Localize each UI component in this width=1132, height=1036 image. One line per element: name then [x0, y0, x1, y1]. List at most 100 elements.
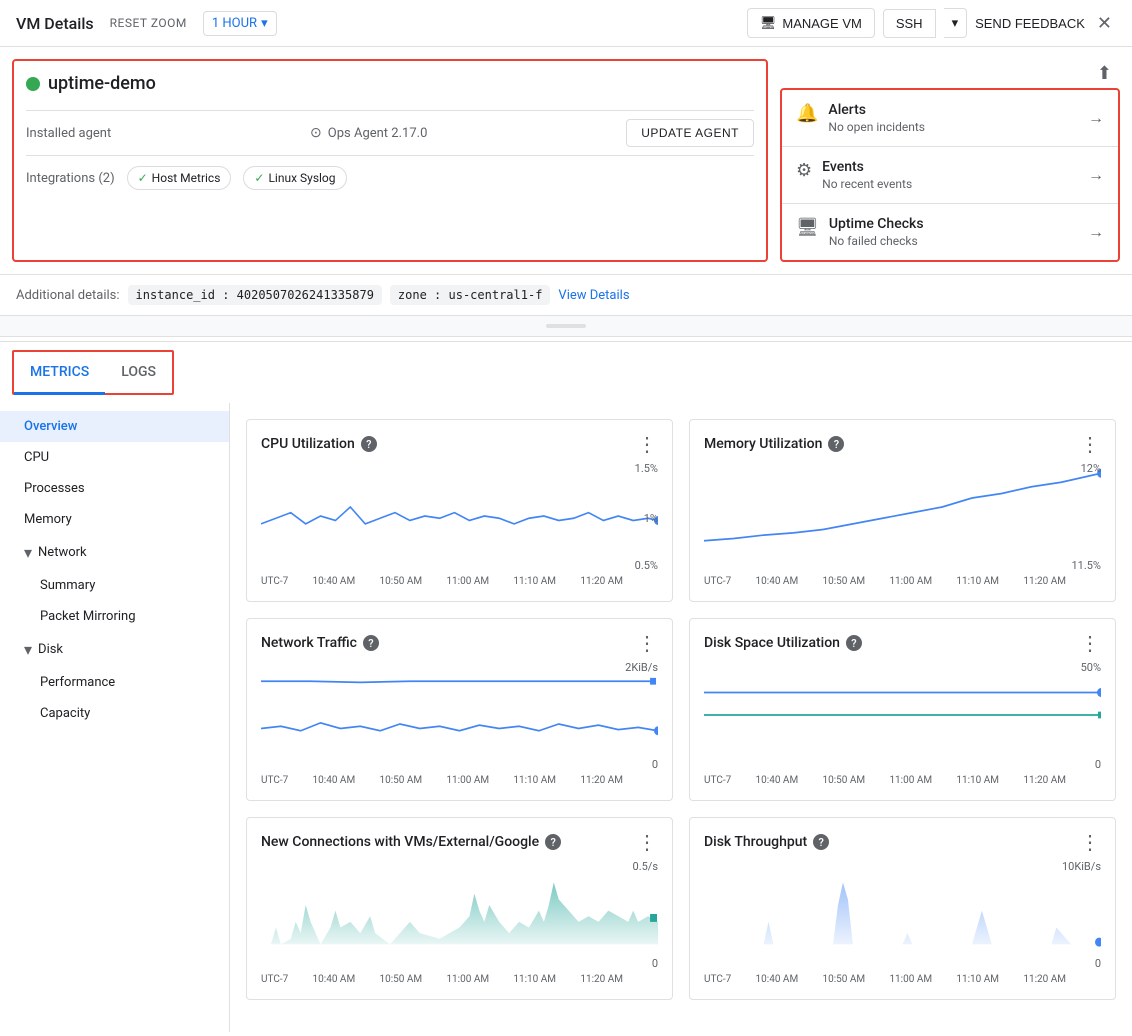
- x-label: 11:20 AM: [580, 576, 623, 587]
- chevron-down-icon: ▾: [261, 16, 268, 31]
- chart-container: 10KiB/s 0: [704, 860, 1101, 970]
- vm-details-panel: uptime-demo Installed agent ⊙ Ops Agent …: [12, 59, 768, 262]
- more-options-icon[interactable]: ⋮: [637, 633, 658, 653]
- y-label-bottom: 11.5%: [1071, 559, 1101, 572]
- uptime-subtitle: No failed checks: [829, 234, 924, 248]
- alerts-item[interactable]: 🔔 Alerts No open incidents →: [782, 90, 1118, 147]
- disk-throughput-chart: Disk Throughput ? ⋮ 10KiB/s 0: [689, 817, 1116, 1000]
- resize-handle[interactable]: [0, 315, 1132, 337]
- sidebar-item-processes[interactable]: Processes: [0, 473, 229, 504]
- y-label-bottom: 0: [652, 758, 658, 771]
- chart-title: Disk Throughput ?: [704, 834, 829, 850]
- help-icon[interactable]: ?: [363, 635, 379, 651]
- chart-title: New Connections with VMs/External/Google…: [261, 834, 561, 850]
- reset-zoom-button[interactable]: RESET ZOOM: [110, 16, 187, 30]
- collapse-button[interactable]: ⬆: [780, 59, 1120, 88]
- zone-badge: zone : us-central1-f: [390, 285, 551, 305]
- integration-badge-host-metrics: ✓ Host Metrics: [127, 166, 232, 190]
- sidebar-item-performance[interactable]: Performance: [0, 667, 229, 698]
- help-icon[interactable]: ?: [361, 436, 377, 452]
- y-label-top: 2KiB/s: [625, 661, 658, 674]
- x-label: 10:50 AM: [822, 775, 865, 786]
- time-selector[interactable]: 1 HOUR ▾: [203, 11, 277, 36]
- help-icon[interactable]: ?: [813, 834, 829, 850]
- chevron-down-icon: ▾: [952, 15, 959, 30]
- sidebar-label: Disk: [38, 642, 63, 657]
- sidebar-item-cpu[interactable]: CPU: [0, 442, 229, 473]
- chart-header: New Connections with VMs/External/Google…: [261, 832, 658, 852]
- event-subtitle: No recent events: [822, 177, 912, 191]
- y-label-top: 1.5%: [635, 462, 658, 475]
- y-label-bottom: 0: [1095, 758, 1101, 771]
- chart-header: Disk Throughput ? ⋮: [704, 832, 1101, 852]
- installed-agent-label: Installed agent: [26, 126, 111, 141]
- sidebar-item-summary[interactable]: Summary: [0, 570, 229, 601]
- tab-logs[interactable]: LOGS: [105, 352, 172, 395]
- sidebar-item-overview[interactable]: Overview: [0, 411, 229, 442]
- x-label: 11:00 AM: [446, 576, 489, 587]
- help-icon[interactable]: ?: [545, 834, 561, 850]
- sidebar-label: Packet Mirroring: [40, 609, 136, 624]
- more-options-icon[interactable]: ⋮: [1080, 434, 1101, 454]
- manage-vm-button[interactable]: 🖥 MANAGE VM: [747, 8, 875, 38]
- tab-metrics[interactable]: METRICS: [14, 352, 105, 395]
- uptime-text: Uptime Checks No failed checks: [829, 216, 924, 248]
- chart-title-text: New Connections with VMs/External/Google: [261, 834, 539, 850]
- x-label: 10:50 AM: [379, 775, 422, 786]
- more-options-icon[interactable]: ⋮: [637, 832, 658, 852]
- sidebar-item-packet-mirroring[interactable]: Packet Mirroring: [0, 601, 229, 632]
- x-label: 10:40 AM: [756, 974, 799, 985]
- more-options-icon[interactable]: ⋮: [1080, 633, 1101, 653]
- update-agent-button[interactable]: UPDATE AGENT: [626, 119, 754, 147]
- event-title: Events: [822, 159, 912, 175]
- y-label-mid: 1%: [644, 512, 658, 525]
- help-icon[interactable]: ?: [846, 635, 862, 651]
- send-feedback-button[interactable]: SEND FEEDBACK: [975, 16, 1085, 31]
- ssh-button[interactable]: SSH: [883, 9, 936, 38]
- main-content: uptime-demo Installed agent ⊙ Ops Agent …: [0, 47, 1132, 274]
- sidebar-item-capacity[interactable]: Capacity: [0, 698, 229, 729]
- check-icon: ✓: [254, 171, 264, 185]
- sidebar-label: Performance: [40, 675, 115, 690]
- vm-name: uptime-demo: [48, 73, 156, 94]
- chart-container: 12% 11.5%: [704, 462, 1101, 572]
- view-details-link[interactable]: View Details: [558, 288, 629, 303]
- x-label: UTC-7: [261, 576, 288, 587]
- more-options-icon[interactable]: ⋮: [1080, 832, 1101, 852]
- x-label: 10:50 AM: [822, 576, 865, 587]
- more-options-icon[interactable]: ⋮: [637, 434, 658, 454]
- sidebar-item-disk[interactable]: ▾ Disk: [0, 632, 229, 667]
- sidebar-label: Summary: [40, 578, 95, 593]
- y-label-bottom: 0: [1095, 957, 1101, 970]
- chart-title-text: Network Traffic: [261, 635, 357, 651]
- disk-space-chart: Disk Space Utilization ? ⋮ 50% 0: [689, 618, 1116, 801]
- chart-container: 1.5% 1% 0.5%: [261, 462, 658, 572]
- sidebar-item-network[interactable]: ▾ Network: [0, 535, 229, 570]
- y-label-top: 50%: [1081, 661, 1101, 674]
- x-label: UTC-7: [704, 775, 731, 786]
- metrics-section: METRICS LOGS Overview CPU Processes Memo…: [0, 341, 1132, 1032]
- chart-x-labels: UTC-7 10:40 AM 10:50 AM 11:00 AM 11:10 A…: [261, 974, 658, 985]
- x-label: 10:40 AM: [756, 775, 799, 786]
- x-label: 11:20 AM: [1023, 974, 1066, 985]
- uptime-checks-item[interactable]: 🖥 Uptime Checks No failed checks →: [782, 204, 1118, 260]
- integration-label: Linux Syslog: [268, 171, 335, 185]
- help-icon[interactable]: ?: [828, 436, 844, 452]
- chevron-down-icon: ▾: [24, 640, 32, 659]
- sidebar-label: Network: [38, 545, 87, 560]
- sidebar-label: Processes: [24, 481, 85, 496]
- sidebar-item-memory[interactable]: Memory: [0, 504, 229, 535]
- charts-row-1: CPU Utilization ? ⋮ 1.5% 1% 0.5%: [246, 419, 1116, 602]
- additional-details-label: Additional details:: [16, 288, 120, 303]
- x-label: 11:00 AM: [889, 974, 932, 985]
- ssh-dropdown-button[interactable]: ▾: [944, 8, 968, 38]
- close-button[interactable]: ✕: [1093, 9, 1116, 38]
- top-bar: VM Details RESET ZOOM 1 HOUR ▾ 🖥 MANAGE …: [0, 0, 1132, 47]
- status-indicator: [26, 77, 40, 91]
- alert-subtitle: No open incidents: [828, 120, 925, 134]
- page-title: VM Details: [16, 14, 94, 33]
- chart-svg: [704, 462, 1101, 552]
- chart-x-labels: UTC-7 10:40 AM 10:50 AM 11:00 AM 11:10 A…: [704, 576, 1101, 587]
- events-item[interactable]: ⚙ Events No recent events →: [782, 147, 1118, 204]
- chevron-down-icon: ▾: [24, 543, 32, 562]
